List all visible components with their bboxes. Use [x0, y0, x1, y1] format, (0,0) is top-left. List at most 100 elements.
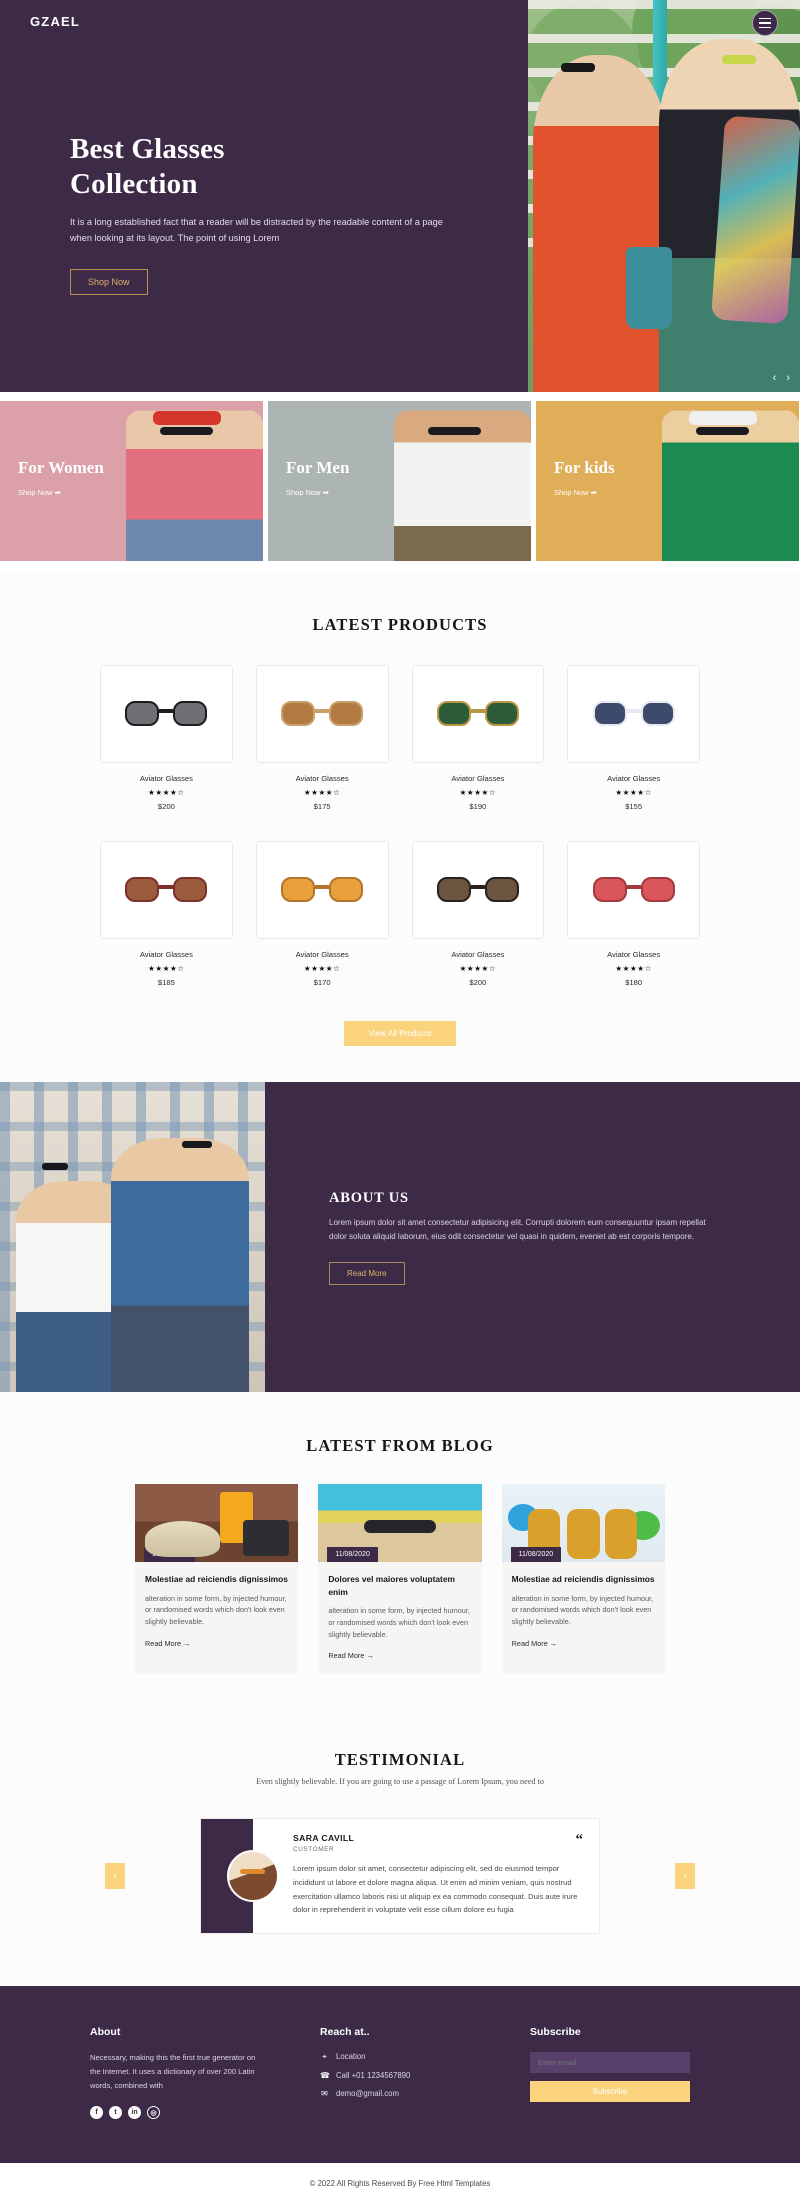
product-image [567, 665, 700, 763]
camera-decor [242, 1519, 289, 1556]
hamburger-menu-icon[interactable] [752, 10, 778, 36]
category-title: For kids [554, 458, 615, 477]
category-card-women[interactable]: For Women Shop Now ➡ [0, 401, 263, 561]
blog-title: Molestiae ad reiciendis dignissimos [511, 1574, 655, 1584]
product-card[interactable]: Aviator Glasses ★★★★☆ $180 [567, 841, 700, 987]
lens [484, 701, 519, 726]
product-rating: ★★★★☆ [303, 964, 341, 973]
slider-prev-icon[interactable]: ‹ [773, 373, 777, 384]
product-rating: ★★★★☆ [459, 964, 497, 973]
product-price: $200 [157, 802, 175, 811]
category-photo [394, 401, 531, 561]
testimonial-next-button[interactable]: › [675, 1863, 695, 1890]
hero-subtitle: It is a long established fact that a rea… [70, 216, 443, 243]
blog-card[interactable]: 11/08/2020 Molestiae ad reiciendis digni… [501, 1484, 665, 1675]
lens [436, 701, 471, 726]
product-name: Aviator Glasses [607, 950, 661, 959]
linkedin-icon[interactable]: in [128, 2106, 141, 2119]
blog-read-more-link[interactable]: Read More → [512, 1639, 655, 1648]
instagram-icon[interactable]: ◎ [147, 2106, 160, 2119]
sunglasses-icon [436, 701, 519, 727]
hero-content: Best Glasses Collection It is a long est… [70, 132, 470, 295]
blog-title: Molestiae ad reiciendis dignissimos [145, 1574, 288, 1584]
lens [592, 877, 627, 902]
lens [125, 701, 160, 726]
pineapple-decor [566, 1508, 600, 1559]
shop-now-button[interactable]: Shop Now [70, 268, 148, 295]
blog-date: 11/08/2020 [510, 1547, 562, 1562]
category-shop-link[interactable]: Shop Now ➡ [286, 488, 349, 497]
blog-read-more-link[interactable]: Read More → [328, 1651, 471, 1660]
handbag-decor [625, 246, 673, 330]
product-name: Aviator Glasses [451, 774, 505, 783]
bridge [470, 885, 485, 889]
product-price: $170 [313, 978, 331, 987]
product-card[interactable]: Aviator Glasses ★★★★☆ $190 [411, 665, 545, 811]
sunglasses-icon [696, 426, 750, 435]
hero-section: GZAEL Best Glasses Collection It is a lo… [0, 0, 800, 392]
category-card-kids[interactable]: For kids Shop Now ➡ [536, 401, 799, 561]
bridge [159, 885, 174, 889]
subscribe-button[interactable]: Subscribe [530, 2080, 690, 2102]
sunglasses-icon [592, 877, 675, 903]
sunglasses-icon [428, 426, 482, 435]
about-section: ABOUT US Lorem ipsum dolor sit amet cons… [0, 1082, 800, 1392]
view-all-products-button[interactable]: View All Products [344, 1021, 456, 1046]
blog-card[interactable]: 10/08/2020 Molestiae ad reiciendis digni… [135, 1484, 299, 1675]
footer-reach-column: Reach at.. ⌖ Location ☎ Call +01 1234567… [320, 2026, 530, 2119]
contact-location[interactable]: ⌖ Location [320, 2052, 530, 2062]
category-section: For Women Shop Now ➡ For Men Shop Now ➡ … [0, 392, 800, 570]
product-name: Aviator Glasses [139, 774, 193, 783]
category-shop-link[interactable]: Shop Now ➡ [18, 488, 104, 497]
category-shop-link[interactable]: Shop Now ➡ [554, 488, 615, 497]
product-card[interactable]: Aviator Glasses ★★★★☆ $200 [100, 665, 233, 811]
location-pin-icon: ⌖ [322, 2051, 327, 2061]
blog-heading: LATEST FROM BLOG [306, 1436, 494, 1455]
twitter-icon[interactable]: t [109, 2106, 122, 2119]
landing-page: GZAEL Best Glasses Collection It is a lo… [0, 0, 800, 2206]
product-rating: ★★★★☆ [303, 788, 341, 797]
testimonial-prev-button[interactable]: ‹ [105, 1863, 125, 1890]
product-card[interactable]: Aviator Glasses ★★★★☆ $175 [255, 665, 389, 811]
category-card-men[interactable]: For Men Shop Now ➡ [268, 401, 531, 561]
blog-body: Dolores vel maiores voluptatem enim alte… [318, 1562, 481, 1674]
menu-bar [759, 22, 771, 24]
product-name: Aviator Glasses [295, 950, 349, 959]
blog-read-more-link[interactable]: Read More → [145, 1639, 288, 1648]
email-input[interactable] [530, 2051, 690, 2073]
sunglasses-icon [125, 877, 208, 903]
footer-about-text: Necessary, making this the first true ge… [90, 2052, 256, 2090]
blog-card[interactable]: 11/08/2020 Dolores vel maiores voluptate… [318, 1484, 482, 1675]
product-rating: ★★★★☆ [148, 788, 185, 797]
footer-reach-heading: Reach at.. [320, 2025, 370, 2038]
pineapple-decor [604, 1508, 638, 1559]
blog-grid: 10/08/2020 Molestiae ad reiciendis digni… [135, 1484, 665, 1675]
contact-phone[interactable]: ☎ Call +01 1234567890 [320, 2071, 530, 2080]
about-heading: ABOUT US [329, 1189, 409, 1206]
read-more-button[interactable]: Read More [329, 1261, 405, 1285]
product-price: $155 [625, 802, 643, 811]
category-photo [126, 401, 263, 561]
product-card[interactable]: Aviator Glasses ★★★★☆ $155 [567, 665, 700, 811]
sunglasses-icon [722, 54, 757, 64]
product-card[interactable]: Aviator Glasses ★★★★☆ $200 [411, 841, 545, 987]
facebook-icon[interactable]: f [90, 2106, 103, 2119]
sunglasses-icon [560, 62, 595, 72]
products-section: LATEST PRODUCTS Aviator Glasses ★★★★☆ $200… [0, 570, 800, 1082]
product-rating: ★★★★☆ [148, 964, 185, 973]
contact-email[interactable]: ✉ demo@gmail.com [320, 2089, 530, 2098]
product-card[interactable]: Aviator Glasses ★★★★☆ $185 [100, 841, 233, 987]
footer-subscribe-column: Subscribe Subscribe [530, 2026, 710, 2119]
bridge [626, 709, 641, 713]
lens [436, 877, 471, 902]
bridge [315, 885, 330, 889]
bridge [315, 709, 330, 713]
product-grid: Aviator Glasses ★★★★☆ $200 Aviator Glasses ★… [100, 665, 700, 987]
product-card[interactable]: Aviator Glasses ★★★★☆ $170 [255, 841, 389, 987]
slider-next-icon[interactable]: › [786, 373, 790, 384]
menu-bar [759, 17, 771, 20]
hero-slider-nav: ‹ › [773, 373, 790, 384]
contact-label: Call +01 1234567890 [336, 2070, 411, 2080]
site-logo[interactable]: GZAEL [30, 14, 80, 29]
category-text: For Men Shop Now ➡ [286, 458, 349, 497]
